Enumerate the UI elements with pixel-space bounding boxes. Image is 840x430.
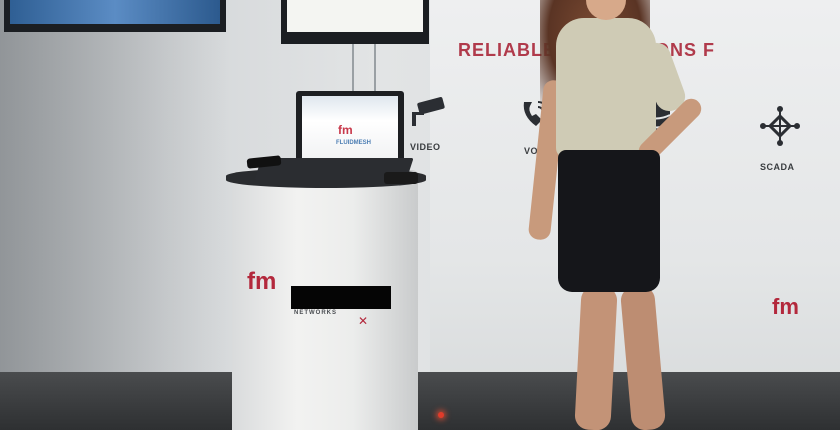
red-led: [438, 412, 444, 418]
cable: [352, 44, 354, 94]
podium-caption: NETWORKS: [294, 310, 337, 316]
scada-network-icon: [760, 106, 800, 146]
redaction-bar: [291, 286, 391, 309]
wall-shadow: [0, 0, 230, 372]
person-left-leg: [574, 285, 618, 430]
cable: [374, 44, 376, 92]
brand-logo-backdrop: fm: [772, 294, 799, 319]
floor: [0, 372, 840, 430]
cctv-camera-icon: [412, 97, 445, 126]
person-skirt: [558, 150, 660, 292]
brand-mark-icon: ✕: [358, 314, 369, 328]
wall-monitor-left: [4, 0, 226, 32]
screen-brand-text: FLUIDMESH: [336, 140, 371, 146]
photo-scene: RELIABLE G SOLUTIONS F VIDEO VOI SCADA: [0, 0, 840, 430]
remote: [384, 172, 418, 184]
brand-logo: fm: [247, 268, 277, 295]
scada-label: SCADA: [760, 162, 795, 172]
person-blouse: [556, 18, 656, 158]
wall-monitor-center: [281, 0, 429, 44]
monitor-screen: [287, 0, 423, 32]
monitor-screen: [10, 0, 220, 24]
video-label: VIDEO: [410, 142, 441, 152]
screen-logo: fm: [338, 123, 353, 137]
